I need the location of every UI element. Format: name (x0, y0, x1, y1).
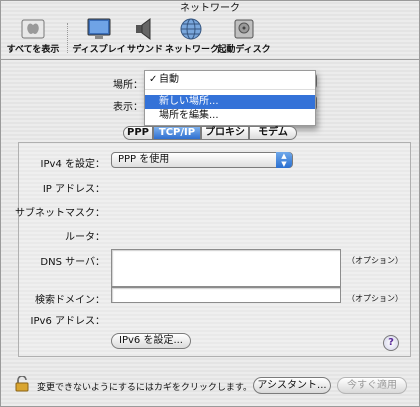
apply-now-button[interactable]: 今すぐ適用 (337, 377, 407, 394)
help-button[interactable]: ? (383, 335, 399, 351)
checkmark-icon: ✓ (149, 74, 158, 85)
subnet-mask-label: サブネットマスク： (15, 208, 105, 219)
toolbar-startup-disk[interactable]: 起動ディスク (217, 17, 271, 59)
lock-message: 変更できないようにするにはカギをクリックします。 (37, 383, 253, 393)
network-preferences-window: ネットワーク すべてを表示 ディスプレイ サウンド ネットワーク 起動ディスク … (0, 0, 420, 407)
tab-modem[interactable]: モデム (249, 126, 297, 140)
toolbar-sound[interactable]: サウンド (125, 17, 165, 59)
tab-proxies[interactable]: プロキシ (201, 126, 249, 140)
menu-separator (145, 89, 315, 90)
menu-item-automatic[interactable]: ✓ 自動 (145, 73, 315, 87)
ipv6-address-label: IPv6 アドレス： (30, 316, 105, 327)
configure-ipv6-button[interactable]: IPv6 を設定... (111, 333, 191, 349)
search-domains-field[interactable] (111, 287, 341, 303)
search-optional-note: （オプション） (347, 294, 403, 303)
toolbar: すべてを表示 ディスプレイ サウンド ネットワーク 起動ディスク (1, 15, 419, 59)
network-globe-icon (180, 18, 202, 40)
toolbar-display[interactable]: ディスプレイ (71, 17, 127, 59)
popup-arrows-icon: ▲▼ (276, 152, 292, 168)
router-label: ルータ： (65, 232, 105, 243)
toolbar-network[interactable]: ネットワーク (165, 17, 219, 59)
toolbar-divider (1, 59, 419, 60)
tab-ppp[interactable]: PPP (123, 126, 153, 140)
ipv4-configure-label: IPv4 を設定： (40, 159, 105, 170)
tab-tcpip[interactable]: TCP/IP (153, 126, 201, 140)
startup-disk-icon (234, 19, 254, 39)
search-domains-label: 検索ドメイン： (35, 295, 105, 306)
dns-servers-label: DNS サーバ： (40, 257, 105, 268)
ipv4-configure-popup[interactable]: PPP を使用 ▲ ▼ (111, 152, 293, 168)
menu-item-edit-locations[interactable]: 場所を編集... (145, 109, 315, 123)
ip-address-label: IP アドレス： (42, 184, 105, 195)
show-label: 表示： (113, 102, 143, 113)
dns-servers-field[interactable] (111, 249, 341, 287)
toolbar-separator (67, 23, 68, 53)
assist-me-button[interactable]: アシスタント... (253, 377, 331, 394)
location-menu: ✓ 自動 新しい場所... 場所を編集... (144, 70, 316, 126)
dns-optional-note: （オプション） (347, 256, 403, 265)
lock-icon[interactable] (15, 376, 29, 392)
show-all-icon (21, 19, 45, 39)
speaker-icon (136, 18, 151, 40)
menu-item-new-location[interactable]: 新しい場所... (145, 95, 315, 109)
location-label: 場所： (113, 80, 143, 91)
toolbar-show-all[interactable]: すべてを表示 (5, 17, 61, 59)
display-icon (87, 18, 111, 39)
